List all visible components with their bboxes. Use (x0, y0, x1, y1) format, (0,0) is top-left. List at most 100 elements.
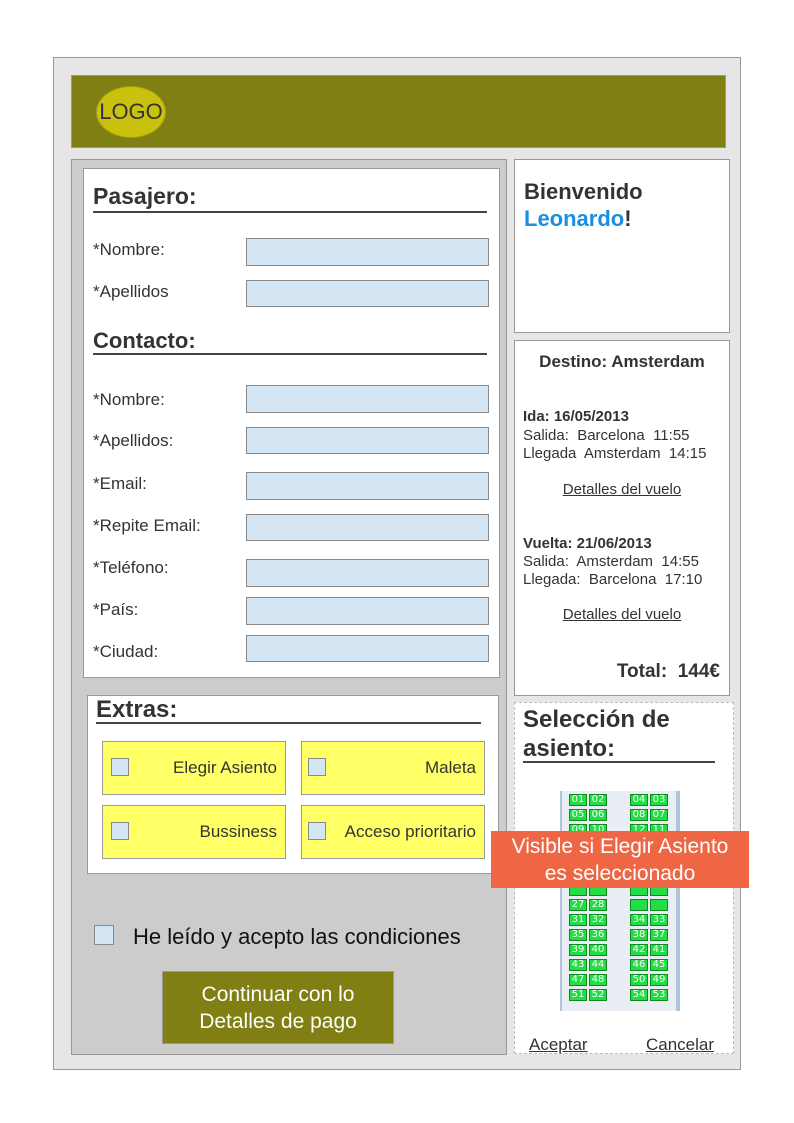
seat[interactable]: 45 (650, 959, 668, 971)
pasajero-apellidos-input[interactable] (246, 280, 489, 307)
seat-accept-link[interactable]: Aceptar (529, 1035, 588, 1055)
continue-button-line2: Detalles de pago (199, 1009, 357, 1033)
header-bar: LOGO (71, 75, 726, 148)
bussiness-label: Bussiness (199, 822, 277, 841)
welcome-panel: Bienvenido Leonardo! (514, 159, 730, 333)
seat[interactable]: 07 (650, 809, 668, 821)
seat[interactable]: 08 (630, 809, 648, 821)
total-label: Total: (616, 661, 668, 682)
seat[interactable]: 03 (650, 794, 668, 806)
flight-summary-panel: Destino: Amsterdam Ida: 16/05/2013 Salid… (514, 340, 730, 696)
seat[interactable]: 53 (650, 989, 668, 1001)
seat[interactable]: 51 (569, 989, 587, 1001)
return-arrival: Llegada: Barcelona 17:10 (523, 571, 703, 588)
continue-button[interactable]: Continuar con lo Detalles de pago (162, 971, 394, 1044)
pasajero-title: Pasajero: (93, 183, 487, 213)
seat[interactable]: 37 (650, 929, 668, 941)
contacto-nombre-input[interactable] (246, 385, 489, 413)
seat-map: 01 02 04 03 05 06 08 07 09 10 12 11 27 28 31 32 34 33 35 36… (560, 791, 680, 1011)
welcome-greeting: Bienvenido (524, 179, 643, 204)
extra-acceso-prioritario[interactable]: Acceso prioritario (301, 805, 485, 859)
outbound-details-link[interactable]: Detalles del vuelo (515, 481, 729, 498)
elegir-asiento-checkbox[interactable] (111, 758, 129, 776)
seat[interactable]: 50 (630, 974, 648, 986)
destination-title: Destino: Amsterdam (539, 352, 705, 371)
seat-map-aisle-right (676, 791, 680, 1011)
extras-title: Extras: (96, 696, 481, 724)
seat-cancel-link[interactable]: Cancelar (646, 1035, 714, 1055)
extra-bussiness[interactable]: Bussiness (102, 805, 286, 859)
seat[interactable]: 39 (569, 944, 587, 956)
contacto-apellidos-input[interactable] (246, 427, 489, 454)
extra-elegir-asiento[interactable]: Elegir Asiento (102, 741, 286, 795)
seat[interactable]: 40 (589, 944, 607, 956)
seat[interactable]: 41 (650, 944, 668, 956)
welcome-username: Leonardo (524, 206, 625, 231)
seat[interactable]: 34 (630, 914, 648, 926)
contacto-title: Contacto: (93, 328, 487, 355)
contacto-telefono-input[interactable] (246, 559, 489, 587)
seat[interactable]: 28 (589, 899, 607, 911)
elegir-asiento-label: Elegir Asiento (173, 758, 277, 777)
contacto-nombre-label: *Nombre: (93, 390, 165, 409)
seat-selection-title: Selección de asiento: (523, 705, 715, 763)
contacto-ciudad-label: *Ciudad: (93, 642, 159, 661)
welcome-suffix: ! (624, 206, 632, 231)
seat[interactable]: 47 (569, 974, 587, 986)
pasajero-nombre-label: *Nombre: (93, 240, 165, 259)
seat[interactable]: 05 (569, 809, 587, 821)
contacto-email-input[interactable] (246, 472, 489, 500)
seat[interactable]: 35 (569, 929, 587, 941)
seat-title-line2: asiento: (523, 735, 616, 762)
seat-title-line1: Selección de (523, 706, 670, 733)
contacto-repite-email-input[interactable] (246, 514, 489, 541)
contacto-pais-input[interactable] (246, 597, 489, 625)
seat-map-aisle-left (560, 791, 562, 1011)
extra-maleta[interactable]: Maleta (301, 741, 485, 795)
seat[interactable]: 48 (589, 974, 607, 986)
acceso-prioritario-label: Acceso prioritario (344, 822, 476, 841)
seat[interactable]: 54 (630, 989, 648, 1001)
outbound-title: Ida: 16/05/2013 (523, 408, 629, 425)
acceso-prioritario-checkbox[interactable] (308, 822, 326, 840)
seat[interactable]: 46 (630, 959, 648, 971)
seat[interactable]: 06 (589, 809, 607, 821)
seat[interactable]: 43 (569, 959, 587, 971)
seat[interactable] (630, 899, 648, 911)
pasajero-nombre-input[interactable] (246, 238, 489, 266)
seat[interactable]: 31 (569, 914, 587, 926)
bussiness-checkbox[interactable] (111, 822, 129, 840)
outbound-arrival: Llegada Amsterdam 14:15 (523, 445, 707, 462)
seat-selection-overlay-note: Visible si Elegir Asiento es seleccionad… (491, 831, 749, 888)
seat[interactable]: 44 (589, 959, 607, 971)
seat[interactable] (650, 899, 668, 911)
contacto-email-label: *Email: (93, 474, 147, 493)
total-row: Total: 144€ (617, 661, 720, 683)
contacto-pais-label: *País: (93, 600, 139, 619)
seat[interactable]: 38 (630, 929, 648, 941)
seat[interactable]: 04 (630, 794, 648, 806)
seat[interactable]: 36 (589, 929, 607, 941)
pasajero-apellidos-label: *Apellidos (93, 282, 169, 301)
conditions-label: He leído y acepto las condiciones (133, 924, 461, 949)
continue-button-line1: Continuar con lo (201, 982, 355, 1006)
conditions-checkbox[interactable] (94, 925, 114, 945)
contacto-repite-email-label: *Repite Email: (93, 516, 201, 535)
seat[interactable]: 32 (589, 914, 607, 926)
seat[interactable]: 33 (650, 914, 668, 926)
outbound-departure: Salida: Barcelona 11:55 (523, 427, 690, 444)
maleta-checkbox[interactable] (308, 758, 326, 776)
seat[interactable]: 27 (569, 899, 587, 911)
seat[interactable]: 42 (630, 944, 648, 956)
return-title: Vuelta: 21/06/2013 (523, 535, 652, 552)
seat[interactable]: 49 (650, 974, 668, 986)
logo[interactable]: LOGO (96, 86, 166, 138)
contacto-apellidos-label: *Apellidos: (93, 431, 174, 450)
contacto-telefono-label: *Teléfono: (93, 558, 169, 577)
contacto-ciudad-input[interactable] (246, 635, 489, 662)
return-details-link[interactable]: Detalles del vuelo (515, 606, 729, 623)
seat[interactable]: 52 (589, 989, 607, 1001)
overlay-line1: Visible si Elegir Asiento (511, 834, 729, 858)
seat[interactable]: 01 (569, 794, 587, 806)
seat[interactable]: 02 (589, 794, 607, 806)
